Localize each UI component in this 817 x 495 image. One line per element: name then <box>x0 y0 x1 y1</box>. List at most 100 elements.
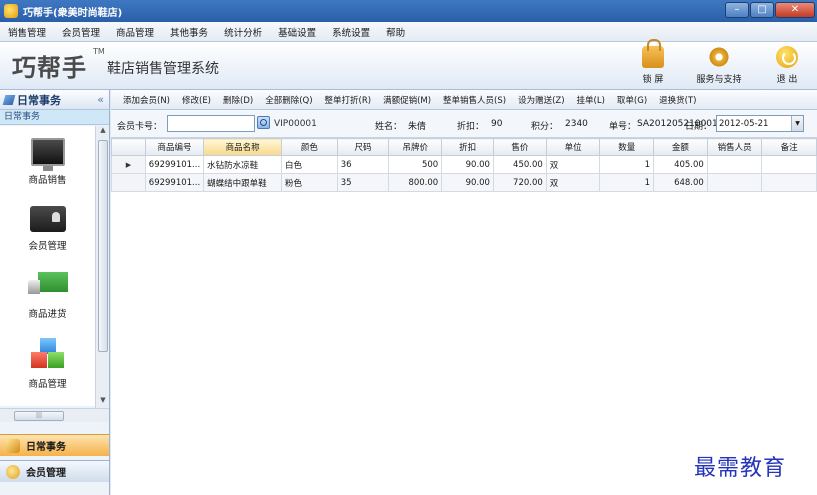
order-label: 单号： <box>609 122 637 132</box>
menu-statistics[interactable]: 统计分析 <box>216 25 270 39</box>
delete-button[interactable]: 删除(D) <box>217 94 259 106</box>
collapse-icon[interactable]: « <box>97 93 104 106</box>
cell-size[interactable]: 36 <box>336 155 390 174</box>
close-button[interactable]: ✕ <box>775 2 815 18</box>
cell-remark[interactable] <box>761 155 817 174</box>
nav-item-purchase[interactable]: 商品进货 <box>0 272 95 320</box>
scroll-down-icon[interactable]: ▼ <box>96 396 110 408</box>
col-header-salesperson[interactable]: 销售人员 <box>706 138 763 156</box>
cell-amount[interactable]: 405.00 <box>652 155 708 174</box>
order-discount-button[interactable]: 整单打折(R) <box>319 94 378 106</box>
menu-members[interactable]: 会员管理 <box>54 25 108 39</box>
nav-item-label: 商品进货 <box>28 309 67 320</box>
cell-salesperson[interactable] <box>706 155 763 174</box>
menu-help[interactable]: 帮助 <box>378 25 413 39</box>
return-exchange-button[interactable]: 退换货(T) <box>653 94 702 106</box>
window-title: 巧帮手(衆美时尚鞋店) <box>23 7 123 19</box>
cell-tag-price[interactable]: 800.00 <box>388 173 443 192</box>
cell-salesperson[interactable] <box>706 173 763 192</box>
promotion-button[interactable]: 满额促销(M) <box>377 94 437 106</box>
bottom-nav-members[interactable]: 会员管理 <box>0 460 109 482</box>
member-icon <box>6 464 20 479</box>
hold-order-button[interactable]: 挂单(L) <box>571 94 611 106</box>
cell-discount[interactable]: 90.00 <box>441 155 494 174</box>
col-header-code[interactable]: 商品编号 <box>144 138 205 156</box>
menu-system-settings[interactable]: 系统设置 <box>324 25 378 39</box>
cell-name[interactable]: 水钻防水凉鞋 <box>203 155 283 174</box>
col-header-amount[interactable]: 金额 <box>652 138 708 156</box>
minimize-button[interactable]: – <box>725 2 749 18</box>
cell-amount[interactable]: 648.00 <box>652 173 708 192</box>
date-picker[interactable]: 2012-05-21 ▼ <box>716 115 804 132</box>
cell-color[interactable]: 粉色 <box>281 173 338 192</box>
bottom-nav-label: 日常事务 <box>26 442 66 453</box>
cell-color[interactable]: 白色 <box>281 155 338 174</box>
col-header-size[interactable]: 尺码 <box>336 138 390 156</box>
cell-tag-price[interactable]: 500 <box>388 155 443 174</box>
search-icon[interactable] <box>257 116 270 129</box>
menu-products[interactable]: 商品管理 <box>108 25 162 39</box>
service-support-label: 服务与支持 <box>696 75 742 85</box>
member-card-input[interactable] <box>167 115 255 132</box>
current-row-marker[interactable]: ▶ <box>111 155 146 174</box>
card-label: 会员卡号： <box>117 122 163 132</box>
title-bar: 巧帮手(衆美时尚鞋店) – □ ✕ <box>0 0 817 22</box>
table-row[interactable]: ▶ 69299101... 水钻防水凉鞋 白色 36 500 90.00 450… <box>111 155 817 174</box>
bottom-nav-daily[interactable]: 日常事务 <box>0 434 109 456</box>
edit-button[interactable]: 修改(E) <box>176 94 217 106</box>
nav-vertical-scrollbar[interactable]: ▲ ▼ <box>95 126 109 408</box>
set-gift-button[interactable]: 设为赠送(Z) <box>512 94 570 106</box>
col-header-unit[interactable]: 单位 <box>545 138 601 156</box>
cell-unit[interactable]: 双 <box>545 173 601 192</box>
col-header-name[interactable]: 商品名称 <box>203 138 283 156</box>
nav-item-sales[interactable]: 商品销售 <box>0 138 95 186</box>
col-header-remark[interactable]: 备注 <box>761 138 817 156</box>
nav-item-products[interactable]: 商品管理 <box>0 338 95 390</box>
maximize-button[interactable]: □ <box>750 2 774 18</box>
lock-icon <box>642 39 664 68</box>
discount-label: 折扣： <box>457 122 485 132</box>
lock-screen-button[interactable]: 锁 屏 <box>624 39 682 85</box>
table-header-row: 商品编号 商品名称 颜色 尺码 吊牌价 折扣 售价 单位 数量 金额 销售人员 … <box>111 138 817 156</box>
cell-code[interactable]: 69299101... <box>144 155 205 174</box>
menu-basic-settings[interactable]: 基础设置 <box>270 25 324 39</box>
nav-horizontal-scrollbar[interactable]: ||| <box>0 408 109 422</box>
cell-size[interactable]: 35 <box>336 173 390 192</box>
cell-discount[interactable]: 90.00 <box>441 173 494 192</box>
col-header-color[interactable]: 颜色 <box>281 138 338 156</box>
cell-quantity[interactable]: 1 <box>599 155 654 174</box>
menu-other[interactable]: 其他事务 <box>162 25 216 39</box>
header-banner: 巧帮手 TM 鞋店销售管理系统 锁 屏 服务与支持 退 出 <box>0 39 817 90</box>
exit-label: 退 出 <box>776 75 798 85</box>
row-selector[interactable] <box>111 173 146 192</box>
points-label: 积分： <box>531 122 559 132</box>
cell-quantity[interactable]: 1 <box>599 173 654 192</box>
cell-price[interactable]: 450.00 <box>492 155 547 174</box>
col-header-tag-price[interactable]: 吊牌价 <box>388 138 443 156</box>
cell-price[interactable]: 720.00 <box>492 173 547 192</box>
row-selector-header <box>111 138 146 156</box>
cell-name[interactable]: 蝴蝶结中跟单鞋 <box>203 173 283 192</box>
left-panel-header: 日常事务 « <box>0 90 109 110</box>
exit-button[interactable]: 退 出 <box>758 46 816 85</box>
nav-item-members[interactable]: 会员管理 <box>0 206 95 252</box>
col-header-quantity[interactable]: 数量 <box>599 138 654 156</box>
cell-unit[interactable]: 双 <box>545 155 601 174</box>
retrieve-order-button[interactable]: 取单(G) <box>611 94 653 106</box>
monitor-icon <box>30 138 65 171</box>
delete-all-button[interactable]: 全部删除(Q) <box>259 94 318 106</box>
col-header-discount[interactable]: 折扣 <box>441 138 494 156</box>
order-salesperson-button[interactable]: 整单销售人员(S) <box>437 94 512 106</box>
add-member-button[interactable]: 添加会员(N) <box>117 94 176 106</box>
member-card-icon <box>29 206 66 232</box>
menu-sales[interactable]: 销售管理 <box>0 25 54 39</box>
service-support-button[interactable]: 服务与支持 <box>690 46 748 85</box>
scroll-thumb[interactable] <box>98 140 108 352</box>
scroll-up-icon[interactable]: ▲ <box>96 126 110 138</box>
hscroll-thumb[interactable]: ||| <box>14 411 64 421</box>
col-header-price[interactable]: 售价 <box>492 138 547 156</box>
table-row[interactable]: 69299101... 蝴蝶结中跟单鞋 粉色 35 800.00 90.00 7… <box>111 173 817 192</box>
cell-code[interactable]: 69299101... <box>144 173 205 192</box>
chevron-down-icon[interactable]: ▼ <box>791 116 803 131</box>
cell-remark[interactable] <box>761 173 817 192</box>
